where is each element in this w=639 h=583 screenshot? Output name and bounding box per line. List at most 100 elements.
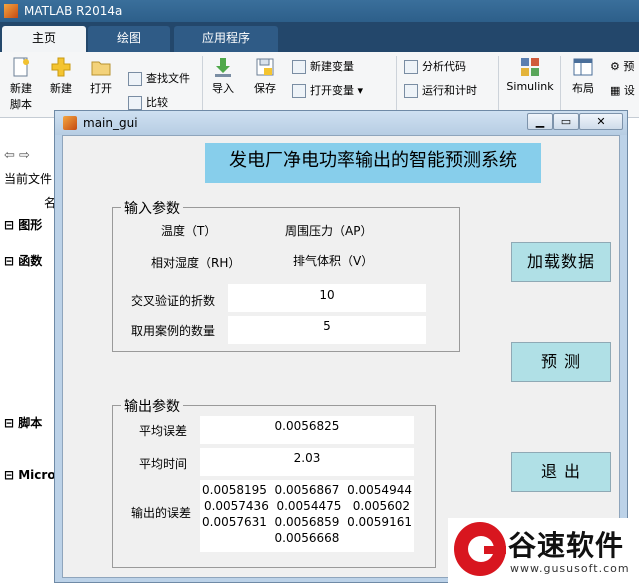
- compare-icon: [128, 96, 142, 110]
- analyze-code-button[interactable]: 分析代码: [404, 58, 466, 74]
- run-and-time-button[interactable]: 运行和计时: [404, 82, 477, 98]
- ambient-pressure-label: 周围压力（AP）: [285, 224, 373, 238]
- simulink-label: Simulink: [506, 80, 554, 93]
- ribbon-separator: [560, 56, 561, 114]
- app-title: MATLAB R2014a: [24, 4, 123, 18]
- output-errors-row: 0.0057631 0.0056859 0.0059161: [202, 515, 412, 529]
- layout-label: 布局: [572, 82, 594, 95]
- watermark-url: www.gususoft.com: [510, 562, 630, 575]
- current-folder-title: 当前文件: [4, 172, 53, 186]
- save-button[interactable]: 保存: [248, 56, 282, 96]
- cases-label: 取用案例的数量: [131, 324, 216, 338]
- layout-icon: [573, 58, 593, 76]
- preferences-label: 预: [623, 60, 635, 73]
- import-button[interactable]: 导入: [206, 56, 240, 96]
- average-error-field: 0.0056825: [200, 416, 414, 444]
- open-button[interactable]: 打开: [84, 56, 118, 96]
- output-errors-label: 输出的误差: [131, 506, 192, 520]
- nav-arrows-icon[interactable]: ⇦ ⇨: [4, 148, 30, 163]
- open-variable-button[interactable]: 打开变量 ▾: [292, 82, 363, 98]
- new-variable-icon: [292, 60, 306, 74]
- input-parameters-panel: 输入参数 温度（T） 周围压力（AP） 相对湿度（RH） 排气体积（V） 交叉验…: [112, 198, 460, 352]
- output-errors-row: 0.0058195 0.0056867 0.0054944: [202, 483, 412, 497]
- save-label: 保存: [254, 82, 276, 95]
- main-gui-title-bar[interactable]: main_gui ▁ ▭ ✕: [55, 111, 627, 135]
- average-time-field: 2.03: [200, 448, 414, 476]
- set-path-label: 设: [623, 84, 635, 97]
- set-path-icon: ▦: [610, 84, 621, 97]
- relative-humidity-label: 相对湿度（RH）: [151, 256, 241, 270]
- ribbon-separator: [202, 56, 203, 114]
- matlab-figure-icon: [63, 116, 77, 130]
- open-variable-icon: [292, 84, 306, 98]
- compare-button[interactable]: 比较: [128, 94, 168, 110]
- new-script-button[interactable]: 新建 脚本: [4, 56, 38, 112]
- layout-button[interactable]: 布局: [566, 56, 600, 96]
- maximize-button[interactable]: ▭: [553, 113, 579, 130]
- simulink-icon: [521, 58, 539, 76]
- set-path-button[interactable]: ▦ 设: [610, 82, 635, 98]
- output-parameters-title: 输出参数: [121, 396, 183, 416]
- system-title: 发电厂净电功率输出的智能预测系统: [205, 143, 541, 183]
- section-micro[interactable]: ⊟ Micro: [4, 468, 56, 482]
- load-data-button[interactable]: 加载数据: [511, 242, 611, 282]
- output-errors-row: 0.0056668: [274, 531, 340, 545]
- cases-input[interactable]: 5: [228, 316, 426, 344]
- new-script-label: 新建 脚本: [10, 82, 32, 111]
- ribbon: 新建 脚本 新建 打开 查找文件 比较 导入 保存 新建变量 打开变量 ▾ 分析…: [0, 52, 639, 118]
- analyze-code-icon: [404, 60, 418, 74]
- output-parameters-panel: 输出参数 平均误差 0.0056825 平均时间 2.03 输出的误差 0.00…: [112, 396, 436, 568]
- temperature-label: 温度（T）: [161, 224, 217, 238]
- find-files-icon: [128, 72, 142, 86]
- gususoft-logo-icon: [454, 522, 506, 576]
- figure-body: 发电厂净电功率输出的智能预测系统 输入参数 温度（T） 周围压力（AP） 相对湿…: [62, 135, 620, 578]
- import-icon: [215, 58, 231, 77]
- main-gui-window: main_gui ▁ ▭ ✕ 发电厂净电功率输出的智能预测系统 输入参数 温度（…: [54, 110, 628, 583]
- screen: MATLAB R2014a 主页 绘图 应用程序 新建 脚本 新建 打开 查找文…: [0, 0, 639, 583]
- output-errors-field: 0.0058195 0.0056867 0.0054944 0.0057436 …: [200, 480, 414, 552]
- section-micro-label: Micro: [18, 468, 56, 482]
- find-files-label: 查找文件: [146, 72, 190, 85]
- matlab-title-bar: MATLAB R2014a: [0, 0, 639, 22]
- gear-icon: ⚙: [610, 60, 620, 73]
- dropdown-arrow-icon: ▾: [357, 84, 364, 97]
- minimize-button[interactable]: ▁: [527, 113, 553, 130]
- ribbon-tabbar: 主页 绘图 应用程序: [0, 22, 639, 52]
- analyze-code-label: 分析代码: [422, 60, 466, 73]
- section-functions[interactable]: ⊟ 函数: [4, 252, 42, 269]
- close-button[interactable]: ✕: [579, 113, 623, 130]
- exit-button[interactable]: 退 出: [511, 452, 611, 492]
- average-error-label: 平均误差: [139, 424, 188, 438]
- run-and-time-label: 运行和计时: [422, 84, 477, 97]
- find-files-button[interactable]: 查找文件: [128, 70, 190, 86]
- new-variable-label: 新建变量: [310, 60, 354, 73]
- folds-input[interactable]: 10: [228, 284, 426, 312]
- section-figures[interactable]: ⊟ 图形: [4, 216, 42, 233]
- matlab-logo-icon: [4, 4, 18, 18]
- new-script-icon: [13, 57, 29, 77]
- simulink-button[interactable]: Simulink: [504, 56, 556, 93]
- input-parameters-title: 输入参数: [121, 198, 183, 218]
- tab-plots[interactable]: 绘图: [88, 26, 170, 52]
- run-and-time-icon: [404, 84, 418, 98]
- average-time-label: 平均时间: [139, 457, 188, 471]
- compare-label: 比较: [146, 96, 168, 109]
- folder-icon: [91, 61, 111, 76]
- exhaust-volume-label: 排气体积（V）: [293, 254, 374, 268]
- tab-home[interactable]: 主页: [2, 26, 86, 52]
- predict-button[interactable]: 预 测: [511, 342, 611, 382]
- preferences-button[interactable]: ⚙ 预: [610, 58, 634, 74]
- section-functions-label: 函数: [18, 254, 43, 268]
- new-variable-button[interactable]: 新建变量: [292, 58, 354, 74]
- section-scripts[interactable]: ⊟ 脚本: [4, 414, 42, 431]
- open-label: 打开: [90, 82, 112, 95]
- output-errors-row: 0.0057436 0.0054475 0.005602: [203, 499, 411, 513]
- tab-apps[interactable]: 应用程序: [174, 26, 278, 52]
- watermark-name: 谷速软件: [508, 529, 625, 562]
- watermark: 谷速软件 www.gususoft.com: [448, 518, 639, 583]
- new-button[interactable]: 新建: [44, 56, 78, 96]
- ribbon-separator: [396, 56, 397, 114]
- import-label: 导入: [212, 82, 234, 95]
- save-icon: [256, 58, 274, 76]
- current-folder-panel: ⇦ ⇨ 当前文件 名 ⊟ 图形 ⊟ 函数 ⊟ 脚本 ⊟ Micro: [0, 118, 56, 583]
